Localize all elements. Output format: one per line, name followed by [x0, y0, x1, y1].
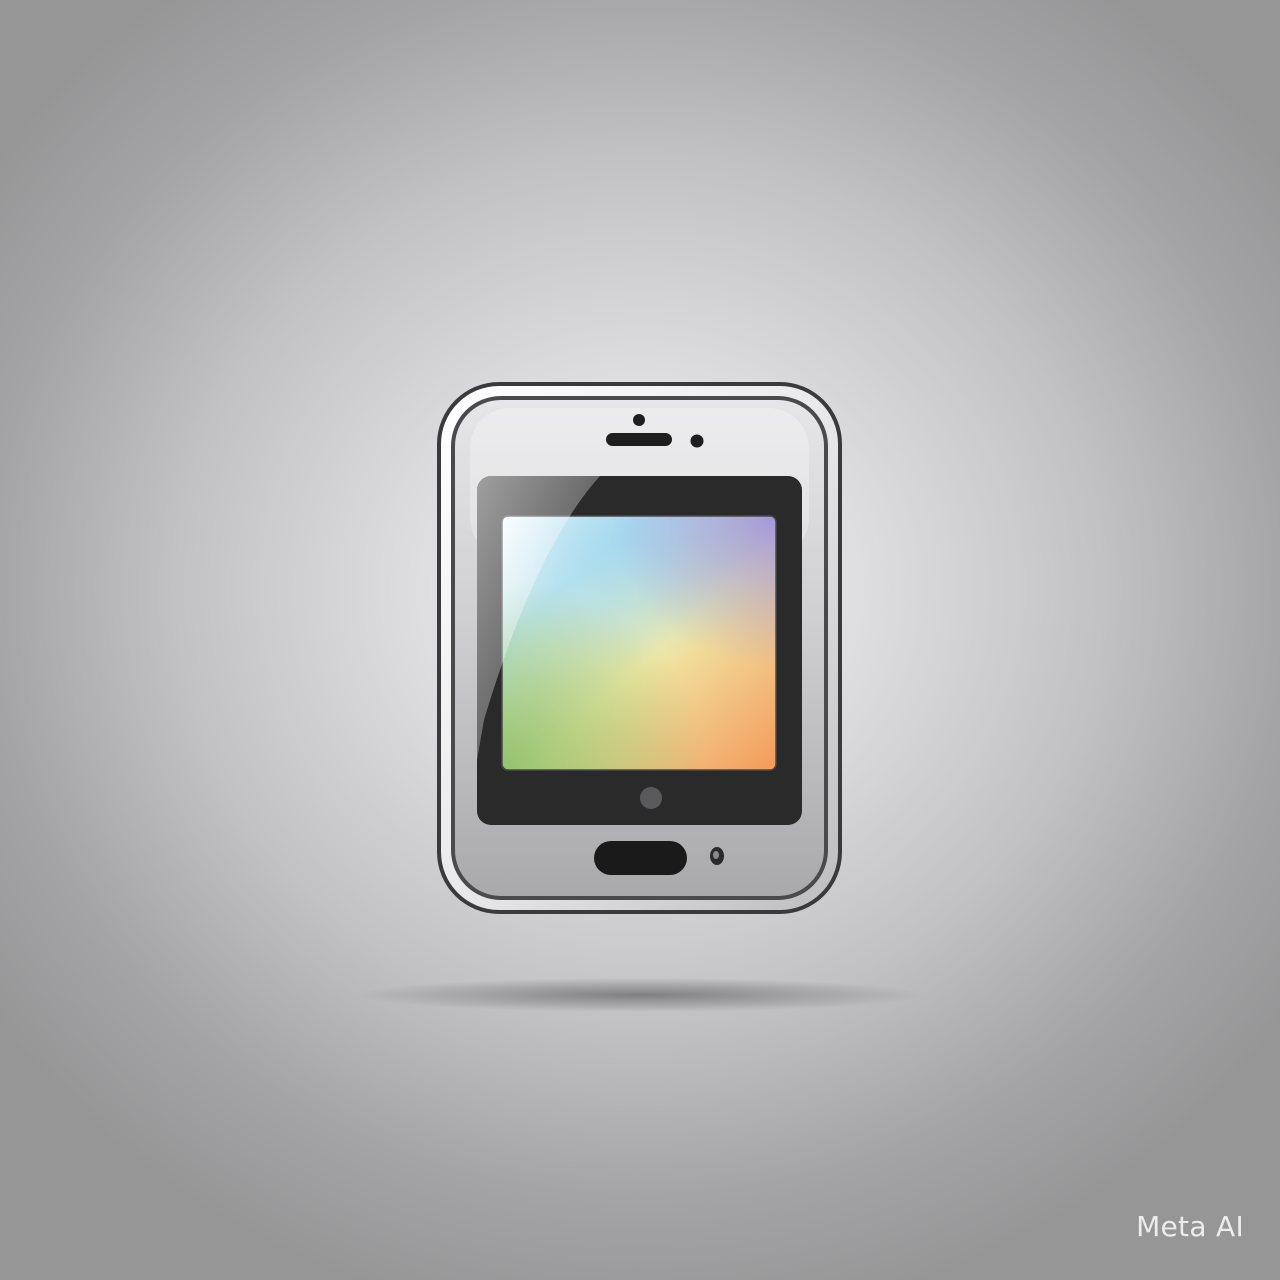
front-camera-icon: [633, 414, 645, 426]
meta-ai-watermark: Meta AI: [1136, 1210, 1244, 1243]
earpiece-speaker-icon: [606, 433, 672, 446]
proximity-sensor-icon: [690, 434, 704, 448]
scene: Meta AI: [0, 0, 1280, 1280]
bezel-dot-icon: [640, 787, 662, 809]
mobile-phone-icon: [437, 382, 842, 914]
home-button: [594, 841, 687, 875]
